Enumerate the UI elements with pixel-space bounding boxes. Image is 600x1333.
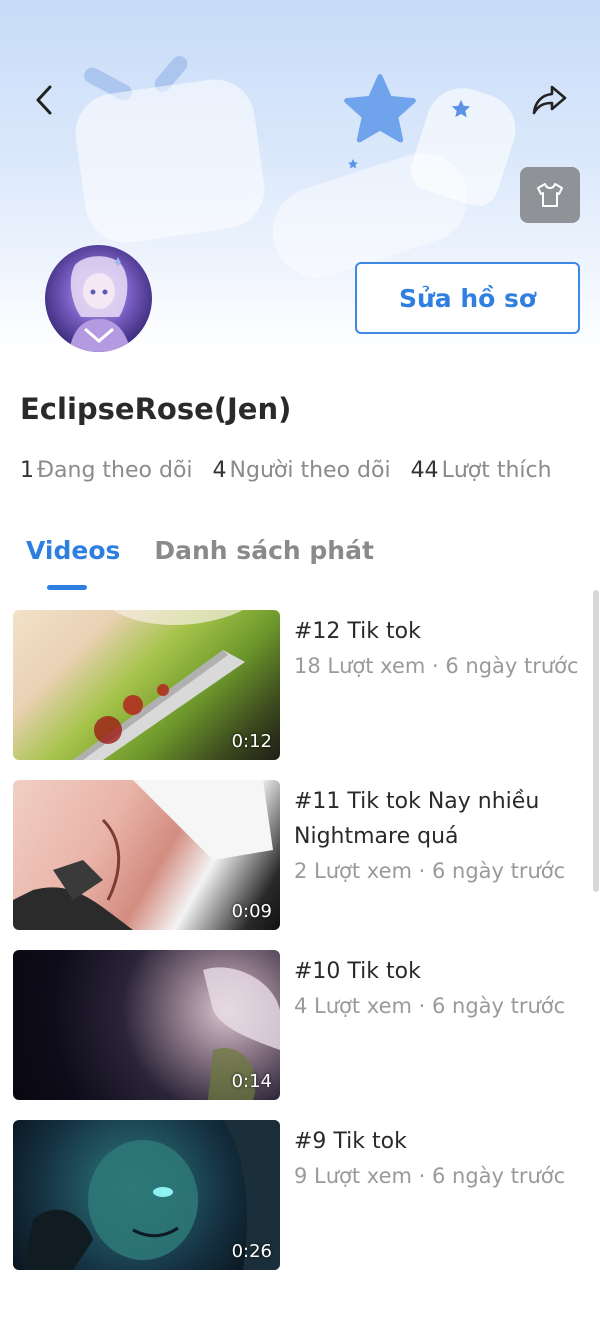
profile-tabs: Videos Danh sách phát (26, 536, 374, 565)
video-title[interactable]: #9 Tik tok (294, 1124, 584, 1159)
video-duration: 0:14 (231, 1071, 272, 1092)
video-item[interactable]: 0:26 #9 Tik tok 9 Lượt xem · 6 ngày trướ… (0, 1120, 590, 1270)
video-thumbnail[interactable]: 0:09 (13, 780, 280, 930)
likes-stat: 44 Lượt thích (411, 458, 552, 483)
following-stat[interactable]: 1 Đang theo dõi (20, 458, 193, 483)
edit-profile-button[interactable]: Sửa hồ sơ (355, 262, 580, 334)
video-duration: 0:09 (231, 901, 272, 922)
video-duration: 0:26 (231, 1241, 272, 1262)
star-decoration-icon (348, 159, 358, 169)
followers-stat[interactable]: 4 Người theo dõi (213, 458, 391, 483)
likes-count: 44 (410, 458, 439, 483)
star-decoration-icon (451, 99, 471, 118)
video-item[interactable]: 0:12 #12 Tik tok 18 Lượt xem · 6 ngày tr… (0, 610, 590, 760)
video-meta: 4 Lượt xem · 6 ngày trước (294, 994, 566, 1018)
following-count: 1 (20, 458, 34, 483)
video-meta: 2 Lượt xem · 6 ngày trước (294, 859, 566, 883)
followers-count: 4 (212, 458, 227, 483)
scrollbar[interactable] (593, 590, 599, 892)
video-meta: 18 Lượt xem · 6 ngày trước (294, 654, 579, 678)
share-button[interactable] (526, 78, 574, 122)
video-duration: 0:12 (231, 731, 272, 752)
change-theme-button[interactable] (520, 167, 580, 223)
video-thumbnail[interactable]: 0:12 (13, 610, 280, 760)
tshirt-icon (537, 183, 563, 207)
video-thumbnail[interactable]: 0:14 (13, 950, 280, 1100)
following-label: Đang theo dõi (37, 458, 193, 483)
video-title[interactable]: #12 Tik tok (294, 614, 584, 649)
video-item[interactable]: 0:09 #11 Tik tok Nay nhiều Nightmare quá… (0, 780, 590, 930)
banner-tv-decoration (70, 74, 270, 248)
followers-label: Người theo dõi (229, 458, 391, 483)
likes-label: Lượt thích (441, 458, 552, 483)
tab-videos[interactable]: Videos (26, 536, 120, 565)
video-title[interactable]: #10 Tik tok (294, 954, 584, 989)
share-arrow-icon (532, 85, 567, 115)
avatar[interactable] (45, 245, 152, 352)
username: EclipseRose(Jen) (20, 392, 292, 426)
active-tab-indicator (47, 585, 87, 590)
profile-stats: 1 Đang theo dõi 4 Người theo dõi 44 Lượt th… (20, 458, 552, 483)
tab-playlists[interactable]: Danh sách phát (154, 536, 374, 565)
chevron-left-icon (36, 85, 52, 115)
video-meta: 9 Lượt xem · 6 ngày trước (294, 1164, 566, 1188)
video-thumbnail[interactable]: 0:26 (13, 1120, 280, 1270)
star-decoration-icon (344, 74, 416, 143)
video-title[interactable]: #11 Tik tok Nay nhiều Nightmare quá (294, 784, 584, 854)
video-item[interactable]: 0:14 #10 Tik tok 4 Lượt xem · 6 ngày trư… (0, 950, 590, 1100)
back-button[interactable] (22, 78, 66, 122)
avatar-image (69, 256, 131, 352)
